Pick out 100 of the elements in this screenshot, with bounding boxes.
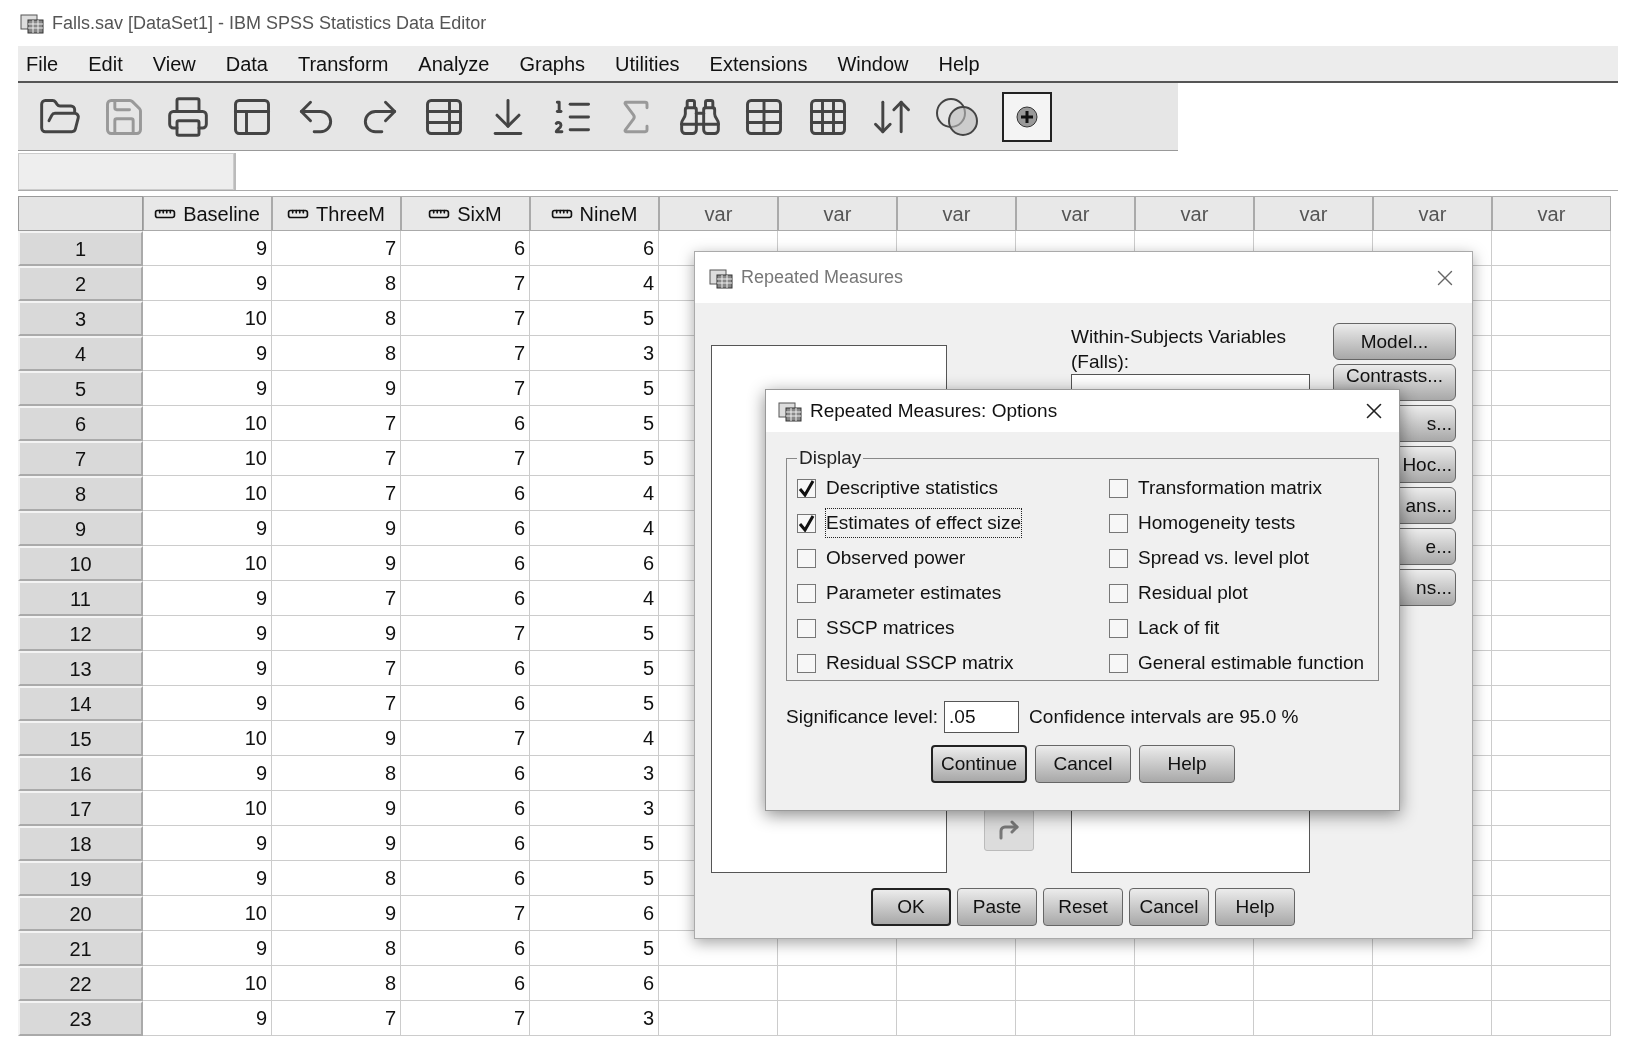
table-cell: 7 bbox=[401, 721, 530, 756]
column-header[interactable]: var bbox=[778, 196, 897, 231]
row-header[interactable]: 2 bbox=[18, 266, 143, 301]
column-header[interactable]: var bbox=[1016, 196, 1135, 231]
row-header[interactable]: 14 bbox=[18, 686, 143, 721]
checkbox[interactable] bbox=[1109, 548, 1128, 568]
menu-item[interactable]: File bbox=[26, 48, 59, 79]
menu-item[interactable]: Utilities bbox=[615, 48, 680, 79]
checkbox[interactable] bbox=[797, 583, 816, 603]
table-cell: 8 bbox=[272, 266, 401, 301]
menu-item[interactable]: Window bbox=[837, 48, 909, 79]
row-header[interactable]: 3 bbox=[18, 301, 143, 336]
dialog-button[interactable]: Help bbox=[1139, 745, 1235, 783]
menu-item[interactable]: Transform bbox=[297, 48, 389, 79]
row-header[interactable]: 4 bbox=[18, 336, 143, 371]
row-header[interactable]: 15 bbox=[18, 721, 143, 756]
plus-button-icon[interactable] bbox=[1002, 91, 1052, 142]
checkbox-label[interactable]: Observed power bbox=[826, 543, 966, 573]
side-button[interactable]: Model... bbox=[1333, 323, 1456, 360]
checkbox[interactable] bbox=[797, 653, 816, 673]
row-header[interactable]: 11 bbox=[18, 581, 143, 616]
column-name: var bbox=[823, 201, 852, 227]
table-cell: 6 bbox=[401, 406, 530, 441]
row-header[interactable]: 12 bbox=[18, 616, 143, 651]
checkbox-label[interactable]: General estimable function bbox=[1138, 648, 1364, 678]
row-header[interactable]: 22 bbox=[18, 966, 143, 1001]
check-icon bbox=[798, 514, 815, 532]
checkbox-label[interactable]: Estimates of effect size bbox=[826, 508, 1021, 538]
checkbox-label[interactable]: Homogeneity tests bbox=[1138, 508, 1296, 538]
confidence-text: Confidence intervals are 95.0 % bbox=[1029, 704, 1299, 729]
cell-reference-field[interactable] bbox=[18, 153, 234, 190]
dialog-button[interactable]: Reset bbox=[1043, 888, 1123, 926]
table-cell: 6 bbox=[401, 791, 530, 826]
table-cell: 6 bbox=[401, 476, 530, 511]
dialog-button[interactable]: Cancel bbox=[1129, 888, 1209, 926]
checkbox-label[interactable]: SSCP matrices bbox=[826, 613, 955, 643]
column-name: Baseline bbox=[183, 201, 260, 227]
menu-item[interactable]: Analyze bbox=[418, 48, 490, 79]
table-cell: 5 bbox=[530, 651, 659, 686]
table-cell: 10 bbox=[143, 721, 272, 756]
printer-icon[interactable] bbox=[166, 94, 210, 139]
row-header[interactable]: 19 bbox=[18, 861, 143, 896]
checkbox[interactable] bbox=[1109, 653, 1128, 673]
checkbox-label[interactable]: Transformation matrix bbox=[1138, 473, 1323, 503]
checkbox[interactable] bbox=[1109, 513, 1128, 533]
column-header[interactable]: NineM bbox=[530, 196, 659, 231]
menu-item[interactable]: Graphs bbox=[519, 48, 586, 79]
row-header[interactable]: 6 bbox=[18, 406, 143, 441]
row-header[interactable]: 21 bbox=[18, 931, 143, 966]
column-header[interactable]: var bbox=[1254, 196, 1373, 231]
row-header[interactable]: 7 bbox=[18, 441, 143, 476]
column-header[interactable]: SixM bbox=[401, 196, 530, 231]
dialog-button[interactable]: OK bbox=[871, 888, 951, 926]
row-header[interactable]: 13 bbox=[18, 651, 143, 686]
menu-item[interactable]: Help bbox=[938, 48, 980, 79]
checkbox[interactable] bbox=[797, 548, 816, 568]
checkbox-label[interactable]: Residual SSCP matrix bbox=[826, 648, 1014, 678]
checkbox[interactable] bbox=[1109, 478, 1128, 498]
column-header[interactable]: var bbox=[1492, 196, 1611, 231]
dialog-button[interactable]: Cancel bbox=[1035, 745, 1131, 783]
menu-item[interactable]: Extensions bbox=[709, 48, 808, 79]
row-header[interactable]: 1 bbox=[18, 231, 143, 266]
table-cell: 9 bbox=[143, 826, 272, 861]
row-header[interactable]: 23 bbox=[18, 1001, 143, 1036]
table-cell: 7 bbox=[272, 686, 401, 721]
move-button[interactable] bbox=[984, 809, 1035, 851]
checkbox[interactable] bbox=[1109, 583, 1128, 603]
significance-field[interactable]: .05 bbox=[944, 701, 1020, 733]
column-header[interactable]: var bbox=[1373, 196, 1492, 231]
checkbox-label[interactable]: Descriptive statistics bbox=[826, 473, 999, 503]
checkbox[interactable] bbox=[797, 513, 816, 533]
checkbox-label[interactable]: Residual plot bbox=[1138, 578, 1248, 608]
row-header[interactable]: 9 bbox=[18, 511, 143, 546]
table-cell: 3 bbox=[530, 1001, 659, 1036]
checkbox[interactable] bbox=[797, 478, 816, 498]
column-header[interactable]: Baseline bbox=[143, 196, 272, 231]
column-header[interactable]: var bbox=[659, 196, 778, 231]
row-header[interactable]: 20 bbox=[18, 896, 143, 931]
checkbox[interactable] bbox=[797, 618, 816, 638]
dialog-button[interactable]: Help bbox=[1215, 888, 1295, 926]
checkbox-label[interactable]: Spread vs. level plot bbox=[1138, 543, 1310, 573]
checkbox-label[interactable]: Parameter estimates bbox=[826, 578, 1002, 608]
column-header[interactable]: var bbox=[1135, 196, 1254, 231]
row-header[interactable]: 18 bbox=[18, 826, 143, 861]
checkbox[interactable] bbox=[1109, 618, 1128, 638]
row-header[interactable]: 5 bbox=[18, 371, 143, 406]
dialog-button[interactable]: Continue bbox=[931, 745, 1027, 783]
row-header[interactable]: 17 bbox=[18, 791, 143, 826]
menu-item[interactable]: Edit bbox=[88, 48, 123, 79]
checkbox-label[interactable]: Lack of fit bbox=[1138, 613, 1220, 643]
column-header[interactable]: var bbox=[897, 196, 1016, 231]
row-header[interactable]: 16 bbox=[18, 756, 143, 791]
dialog-button[interactable]: Paste bbox=[957, 888, 1037, 926]
table-cell: 7 bbox=[272, 1001, 401, 1036]
row-header[interactable]: 8 bbox=[18, 476, 143, 511]
menu-item[interactable]: Data bbox=[225, 48, 268, 79]
menu-item[interactable]: View bbox=[152, 48, 196, 79]
column-header[interactable]: ThreeM bbox=[272, 196, 401, 231]
row-header[interactable]: 10 bbox=[18, 546, 143, 581]
column-name: var bbox=[1299, 201, 1328, 227]
